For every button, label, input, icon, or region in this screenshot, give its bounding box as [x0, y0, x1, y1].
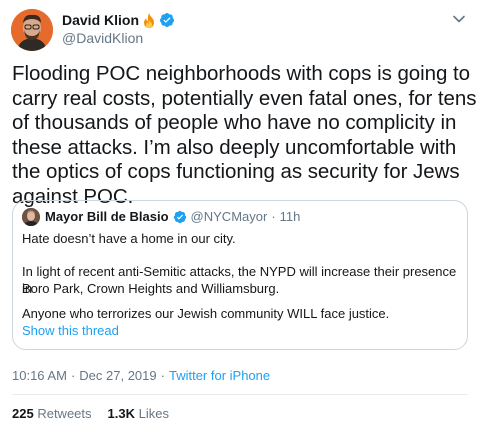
quoted-avatar[interactable]: [22, 208, 40, 226]
author-handle[interactable]: @DavidKlion: [62, 30, 143, 46]
quoted-text-line: Anyone who terrorizes our Jewish communi…: [22, 306, 390, 321]
likes-stat[interactable]: 1.3K Likes: [108, 406, 169, 421]
tweet-source-link[interactable]: Twitter for iPhone: [169, 368, 270, 383]
verified-icon: [173, 210, 187, 224]
avatar[interactable]: [11, 9, 53, 51]
tweet-date[interactable]: Dec 27, 2019: [79, 368, 156, 383]
author-name[interactable]: David Klion: [62, 12, 139, 28]
fire-icon: [142, 12, 156, 28]
tweet-time[interactable]: 10:16 AM: [12, 368, 67, 383]
meta-separator: ·: [160, 368, 165, 383]
quoted-author-handle: @NYCMayor: [190, 209, 268, 224]
author-name-row: David Klion: [62, 12, 175, 28]
likes-label: Likes: [138, 406, 169, 421]
quoted-text-line: Hate doesn’t have a home in our city.: [22, 231, 236, 246]
quoted-avatar-image: [22, 208, 40, 226]
chevron-down-icon[interactable]: [452, 12, 466, 26]
retweets-label: Retweets: [37, 406, 92, 421]
verified-icon: [159, 12, 175, 28]
quoted-author-name: Mayor Bill de Blasio: [45, 209, 169, 224]
quoted-separator: ·: [271, 209, 276, 224]
retweets-count: 225: [12, 406, 34, 421]
avatar-image: [11, 9, 53, 51]
tweet-meta: 10:16 AM · Dec 27, 2019 · Twitter for iP…: [12, 368, 270, 383]
show-thread-link[interactable]: Show this thread: [22, 323, 119, 338]
quoted-header: Mayor Bill de Blasio @NYCMayor · 11h: [45, 209, 300, 224]
quoted-timestamp: 11h: [279, 209, 301, 224]
tweet-text: Flooding POC neighborhoods with cops is …: [12, 62, 477, 208]
retweets-stat[interactable]: 225 Retweets: [12, 406, 92, 421]
quoted-text-line: Boro Park, Crown Heights and Williamsbur…: [22, 281, 280, 296]
tweet-stats: 225 Retweets 1.3K Likes: [12, 406, 169, 421]
likes-count: 1.3K: [107, 406, 135, 421]
divider: [12, 394, 468, 395]
tweet: David Klion @DavidKlion Flooding POC nei…: [0, 0, 481, 428]
meta-separator: ·: [70, 368, 76, 383]
quoted-tweet[interactable]: Mayor Bill de Blasio @NYCMayor · 11h Hat…: [12, 200, 468, 350]
